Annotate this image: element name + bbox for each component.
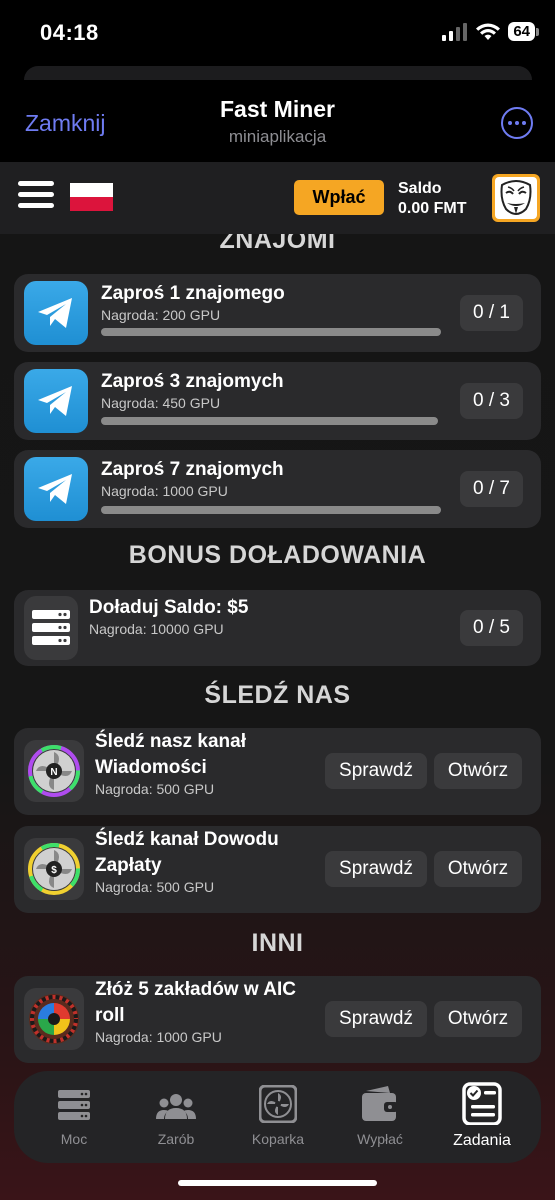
telegram-icon: [24, 281, 88, 345]
mask-avatar-icon: [500, 180, 532, 215]
telegram-icon: [24, 369, 88, 433]
deposit-button[interactable]: Wpłać: [294, 180, 384, 215]
task-reward: Nagroda: 500 GPU: [95, 781, 215, 797]
task-card-invite-3[interactable]: Zaproś 3 znajomych Nagroda: 450 GPU 0 / …: [14, 362, 541, 440]
task-counter: 0 / 5: [460, 610, 523, 646]
wallet-icon: [362, 1086, 398, 1121]
nav-item-zarob[interactable]: Zarób: [126, 1071, 226, 1163]
task-reward: Nagroda: 500 GPU: [95, 879, 215, 895]
check-button[interactable]: Sprawdź: [325, 753, 427, 789]
task-card-follow-proof[interactable]: $ Śledź kanał Dowodu Zapłaty Nagroda: 50…: [14, 826, 541, 913]
nav-label: Moc: [60, 1131, 88, 1147]
task-title-line1: Złóż 5 zakładów w AIC: [95, 979, 296, 1000]
task-title-line2: roll: [95, 1005, 125, 1026]
check-button[interactable]: Sprawdź: [325, 1001, 427, 1037]
roulette-icon: [24, 988, 84, 1050]
section-title-follow: ŚLEDŹ NAS: [204, 681, 351, 709]
dot-icon: [508, 121, 512, 125]
task-reward: Nagroda: 1000 GPU: [95, 1029, 222, 1045]
status-icons: 64: [442, 22, 539, 41]
task-card-invite-7[interactable]: Zaproś 7 znajomych Nagroda: 1000 GPU 0 /…: [14, 450, 541, 528]
task-counter: 0 / 1: [460, 295, 523, 331]
task-title-line2: Zapłaty: [95, 855, 162, 876]
dot-icon: [515, 121, 519, 125]
dot-icon: [522, 121, 526, 125]
nav-item-wyplac[interactable]: Wypłać: [330, 1071, 430, 1163]
telegram-icon: [24, 457, 88, 521]
nav-item-zadania[interactable]: Zadania: [432, 1071, 532, 1163]
task-reward: Nagroda: 450 GPU: [101, 395, 221, 411]
app-title: Fast Miner: [219, 96, 336, 122]
balance: Saldo 0.00 FMT: [398, 179, 466, 219]
task-reward: Nagroda: 1000 GPU: [101, 483, 228, 499]
open-button[interactable]: Otwórz: [434, 851, 522, 887]
signal-icon: [442, 22, 468, 41]
task-title: Zaproś 3 znajomych: [101, 371, 284, 392]
nav-label: Wypłać: [357, 1131, 403, 1147]
fan-dollar-icon: $: [24, 838, 84, 900]
task-card-aic-roll[interactable]: Złóż 5 zakładów w AIC roll Nagroda: 1000…: [14, 976, 541, 1063]
fan-icon: [259, 1085, 297, 1123]
tasks-icon: [462, 1082, 502, 1125]
svg-text:N: N: [50, 767, 57, 778]
task-counter: 0 / 3: [460, 383, 523, 419]
task-card-invite-1[interactable]: Zaproś 1 znajomego Nagroda: 200 GPU 0 / …: [14, 274, 541, 352]
task-progress-bar: [101, 328, 441, 336]
fan-n-icon: N: [24, 740, 84, 802]
task-reward: Nagroda: 200 GPU: [101, 307, 221, 323]
open-button[interactable]: Otwórz: [434, 753, 522, 789]
home-indicator[interactable]: [178, 1180, 377, 1186]
mini-app-header: Zamknij Fast Miner miniaplikacja: [0, 80, 555, 162]
bottom-nav: Moc Zarób Koparka Wypłać Zadania: [14, 1071, 541, 1163]
app-subtitle: miniaplikacja: [228, 127, 327, 146]
users-icon: [156, 1094, 196, 1119]
avatar[interactable]: [492, 174, 540, 222]
task-title: Zaproś 1 znajomego: [101, 283, 285, 304]
menu-icon[interactable]: [18, 181, 54, 211]
status-time: 04:18: [40, 20, 99, 45]
check-button[interactable]: Sprawdź: [325, 851, 427, 887]
open-button[interactable]: Otwórz: [434, 1001, 522, 1037]
more-options-button[interactable]: [501, 107, 533, 139]
task-title: Doładuj Saldo: $5: [89, 597, 249, 618]
balance-value: 0.00 FMT: [398, 200, 467, 217]
task-reward: Nagroda: 10000 GPU: [89, 621, 224, 637]
status-bar: 04:18 64: [0, 0, 555, 66]
balance-label: Saldo: [398, 180, 442, 197]
task-title-line1: Śledź nasz kanał: [95, 731, 247, 752]
task-progress-bar: [101, 506, 441, 514]
wifi-icon: [476, 23, 501, 40]
battery-indicator: 64: [508, 22, 539, 41]
poland-flag-icon[interactable]: [70, 183, 113, 211]
task-title: Zaproś 7 znajomych: [101, 459, 284, 480]
section-title-friends: ZNAJOMI: [219, 234, 336, 254]
nav-label: Zadania: [453, 1132, 511, 1149]
sheet-peek: [24, 66, 532, 80]
task-counter: 0 / 7: [460, 471, 523, 507]
task-card-topup[interactable]: Doładuj Saldo: $5 Nagroda: 10000 GPU 0 /…: [14, 590, 541, 666]
task-title-line1: Śledź kanał Dowodu: [95, 829, 279, 850]
svg-text:$: $: [51, 865, 57, 876]
nav-label: Zarób: [157, 1131, 195, 1147]
tasks-list[interactable]: ZNAJOMI Zaproś 1 znajomego Nagroda: 200 …: [0, 234, 555, 1200]
nav-item-moc[interactable]: Moc: [24, 1071, 124, 1163]
nav-item-koparka[interactable]: Koparka: [228, 1071, 328, 1163]
nav-label: Koparka: [251, 1131, 305, 1147]
server-icon: [24, 596, 78, 660]
section-title-other: INNI: [251, 929, 304, 957]
task-title-line2: Wiadomości: [95, 757, 207, 778]
section-title-bonus: BONUS DOŁADOWANIA: [128, 541, 427, 569]
task-progress-bar: [101, 417, 438, 425]
task-card-follow-news[interactable]: N Śledź nasz kanał Wiadomości Nagroda: 5…: [14, 728, 541, 815]
app-bar: Wpłać Saldo 0.00 FMT: [0, 162, 555, 234]
server-icon: [58, 1090, 90, 1120]
